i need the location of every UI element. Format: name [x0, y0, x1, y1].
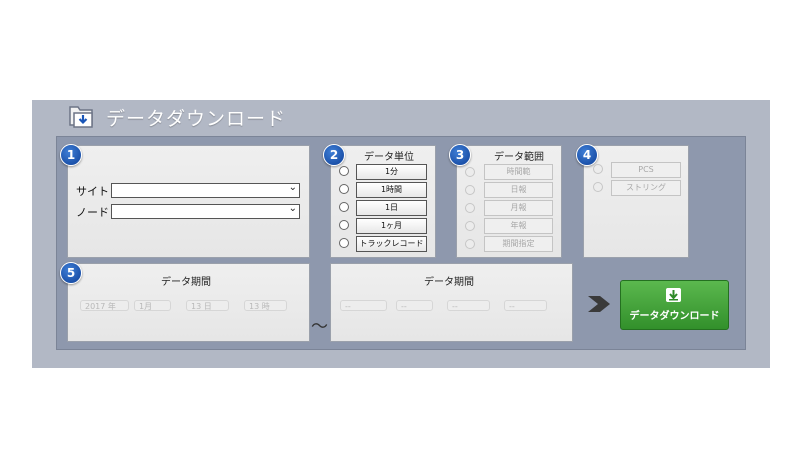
download-icon: [666, 288, 681, 302]
end-day-value: --: [452, 302, 458, 311]
target-button-pcs[interactable]: PCS: [611, 162, 681, 178]
range-button-monthly[interactable]: 月報: [484, 200, 553, 216]
end-month-value: --: [401, 302, 407, 311]
start-day-select[interactable]: 13 日: [186, 300, 229, 311]
page-title: データダウンロード: [106, 108, 287, 130]
unit-button-1month[interactable]: 1ヶ月: [356, 218, 427, 234]
node-select[interactable]: ⌄: [111, 203, 300, 219]
start-year-value: 2017 年: [85, 302, 116, 311]
period-start-title: データ期間: [161, 277, 211, 288]
download-button-label: データダウンロード: [629, 311, 720, 322]
end-month-select[interactable]: --: [396, 300, 433, 311]
site-node-panel: [67, 145, 310, 258]
unit-button-track-record[interactable]: トラックレコード: [356, 236, 427, 252]
unit-radio-1day[interactable]: [339, 202, 349, 212]
end-year-value: --: [345, 302, 351, 311]
step-badge-3: 3: [449, 144, 471, 166]
step-badge-1: 1: [60, 144, 82, 166]
range-radio-yearly[interactable]: [465, 221, 475, 231]
range-radio-monthly[interactable]: [465, 203, 475, 213]
step-badge-2: 2: [323, 144, 345, 166]
start-year-select[interactable]: 2017 年: [80, 300, 129, 311]
site-select[interactable]: ⌄: [111, 182, 300, 198]
range-button-yearly[interactable]: 年報: [484, 218, 553, 234]
end-year-select[interactable]: --: [340, 300, 387, 311]
unit-button-1min[interactable]: 1分: [356, 164, 427, 180]
start-hour-value: 13 時: [249, 302, 270, 311]
data-unit-title: データ単位: [364, 152, 414, 163]
target-radio-string[interactable]: [593, 182, 603, 192]
chevron-down-icon: ⌄: [288, 182, 297, 193]
arrow-right-icon: [588, 296, 610, 312]
end-hour-select[interactable]: --: [504, 300, 547, 311]
end-day-select[interactable]: --: [447, 300, 490, 311]
unit-button-1day[interactable]: 1日: [356, 200, 427, 216]
range-radio-daily[interactable]: [465, 185, 475, 195]
end-hour-value: --: [509, 302, 515, 311]
range-radio-custom[interactable]: [465, 239, 475, 249]
period-separator: ～: [311, 317, 328, 337]
range-button-hourly[interactable]: 時間範: [484, 164, 553, 180]
start-month-value: 1月: [139, 302, 153, 311]
unit-radio-1min[interactable]: [339, 166, 349, 176]
data-download-button[interactable]: データダウンロード: [620, 280, 729, 330]
unit-radio-track-record[interactable]: [339, 238, 349, 248]
start-day-value: 13 日: [191, 302, 212, 311]
step-badge-5: 5: [60, 262, 82, 284]
data-range-title: データ範囲: [494, 152, 544, 163]
unit-radio-1hour[interactable]: [339, 184, 349, 194]
unit-button-1hour[interactable]: 1時間: [356, 182, 427, 198]
site-label: サイト: [76, 185, 109, 198]
range-button-custom[interactable]: 期間指定: [484, 236, 553, 252]
range-radio-hourly[interactable]: [465, 167, 475, 177]
start-hour-select[interactable]: 13 時: [244, 300, 287, 311]
range-button-daily[interactable]: 日報: [484, 182, 553, 198]
target-radio-pcs[interactable]: [593, 164, 603, 174]
unit-radio-1month[interactable]: [339, 220, 349, 230]
download-folder-icon: [69, 106, 93, 128]
chevron-down-icon: ⌄: [288, 203, 297, 214]
step-badge-4: 4: [576, 144, 598, 166]
node-label: ノード: [76, 206, 109, 219]
target-button-string[interactable]: ストリング: [611, 180, 681, 196]
period-end-title: データ期間: [424, 277, 474, 288]
start-month-select[interactable]: 1月: [134, 300, 171, 311]
